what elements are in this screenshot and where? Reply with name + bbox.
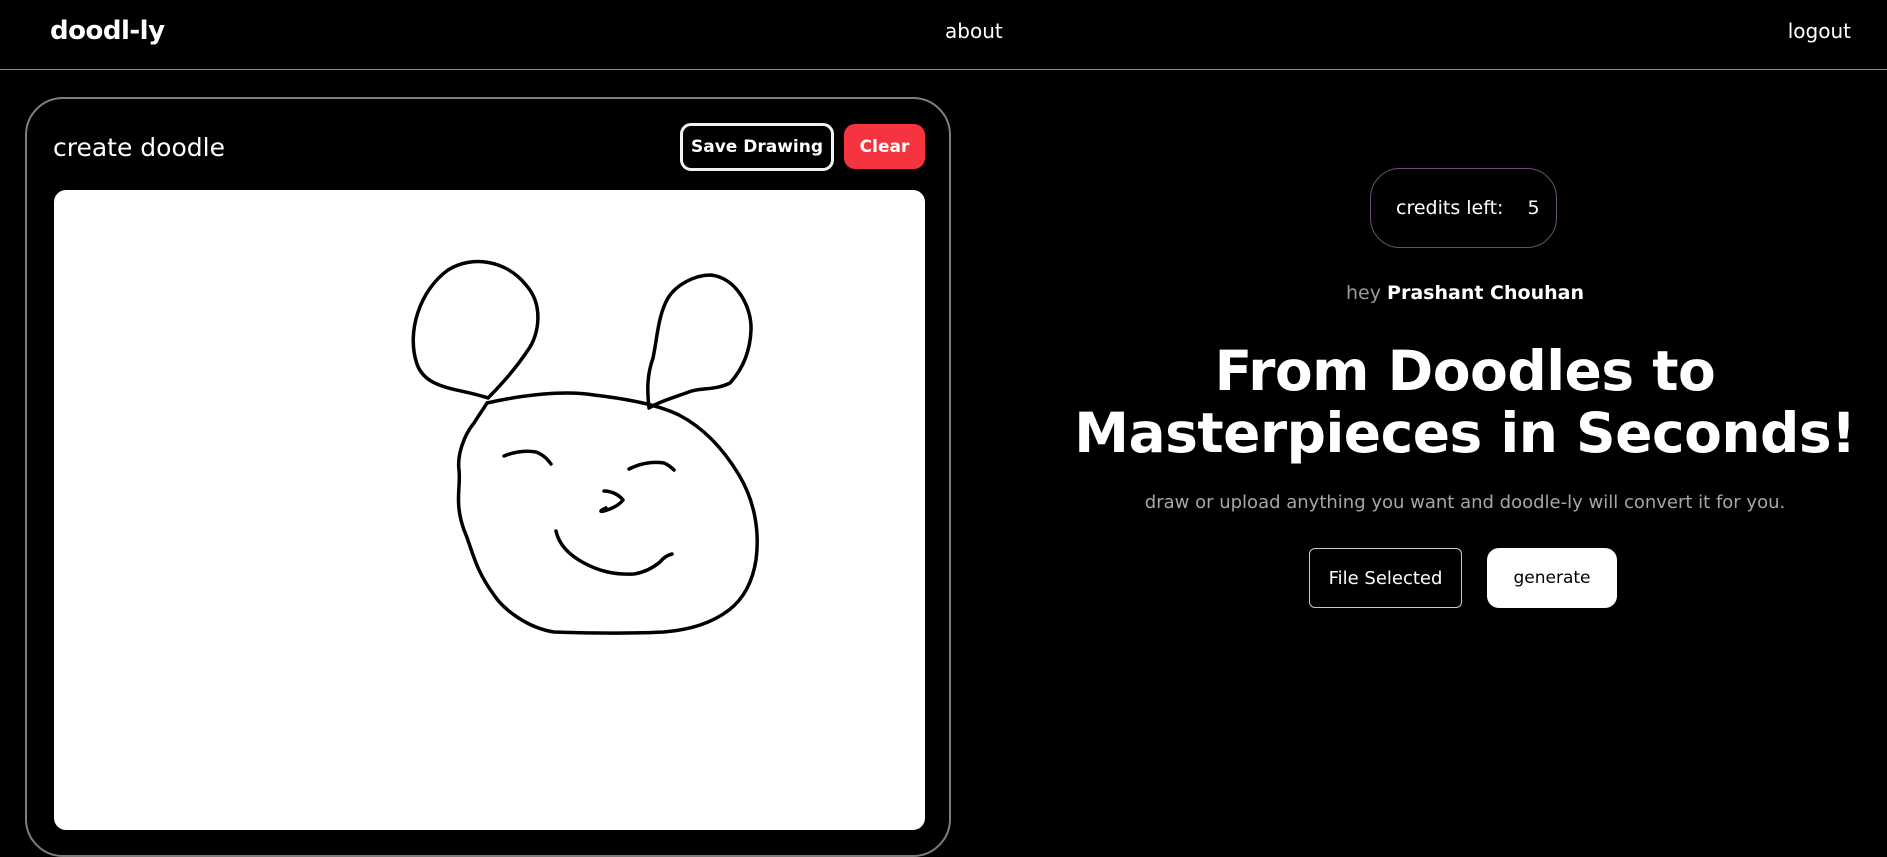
doodle-right-eye: [627, 460, 676, 472]
drawing-canvas[interactable]: [54, 190, 925, 830]
clear-button[interactable]: Clear: [844, 124, 925, 169]
save-drawing-button[interactable]: Save Drawing: [680, 123, 834, 171]
doodle-head: [456, 391, 759, 635]
greeting-prefix: hey: [1346, 282, 1381, 304]
file-select-button[interactable]: File Selected: [1309, 548, 1462, 608]
hero-headline-line2: Masterpieces in Seconds!: [1074, 401, 1856, 465]
doodle-left-eye: [502, 449, 553, 466]
doodle-mouth: [554, 529, 674, 576]
greeting: hey Prashant Chouhan: [1000, 282, 1887, 304]
editor-title: create doodle: [53, 133, 225, 162]
navbar: doodl-ly about logout: [0, 0, 1887, 70]
doodle-left-ear: [411, 259, 540, 400]
brand-logo[interactable]: doodl-ly: [50, 16, 165, 46]
hero-headline: From Doodles to Masterpieces in Seconds!: [1070, 340, 1860, 464]
credits-badge: credits left: 5: [1370, 168, 1557, 248]
doodle-drawing: [411, 259, 759, 635]
doodle-nose: [599, 489, 625, 513]
credits-label: credits left:: [1396, 197, 1504, 219]
doodle-editor-panel: create doodle Save Drawing Clear: [25, 97, 951, 857]
doodle-right-ear: [646, 273, 753, 410]
user-name: Prashant Chouhan: [1387, 282, 1584, 304]
nav-link-logout[interactable]: logout: [1788, 19, 1851, 43]
nav-link-about[interactable]: about: [945, 19, 1003, 43]
credits-value: 5: [1527, 197, 1540, 219]
generate-button[interactable]: generate: [1487, 548, 1617, 608]
hero-subtitle: draw or upload anything you want and doo…: [1144, 492, 1786, 513]
hero-headline-line1: From Doodles to: [1214, 339, 1716, 403]
